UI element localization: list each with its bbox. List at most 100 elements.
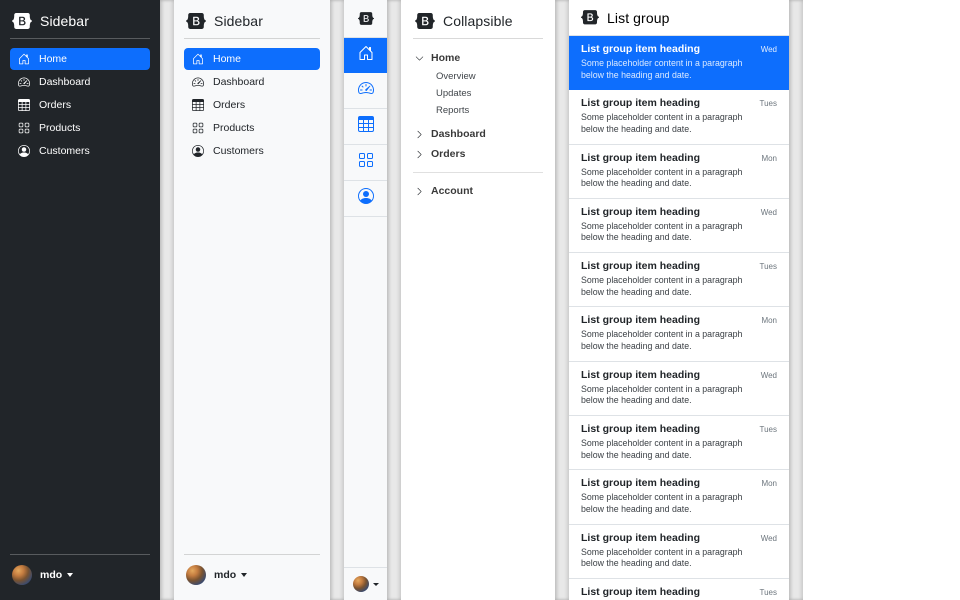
grid-icon — [192, 122, 204, 134]
bootstrap-logo-icon — [415, 13, 435, 29]
list-item-heading: List group item heading — [581, 43, 700, 55]
avatar — [353, 576, 369, 592]
sidebar-item-label: Dashboard — [39, 76, 90, 88]
house-icon — [18, 53, 30, 65]
sidebar-item-label: Orders — [39, 99, 71, 111]
icon-rail-item-house[interactable] — [344, 37, 387, 73]
sidebar-item-home[interactable]: Home — [10, 48, 150, 70]
list-group: List group item headingWedSome placehold… — [569, 36, 789, 600]
sidebar-dark-nav: Home Dashboard Orders Products Customers — [10, 48, 150, 162]
list-item-body: Some placeholder content in a paragraph … — [581, 329, 759, 352]
sidebar-dark-brand[interactable]: Sidebar — [10, 10, 150, 29]
collapsible-section-dashboard[interactable]: Dashboard — [413, 124, 543, 144]
collapsible-section-orders[interactable]: Orders — [413, 144, 543, 164]
caret-down-icon — [373, 583, 379, 586]
collapsible-brand[interactable]: Collapsible — [413, 10, 543, 29]
list-item-heading: List group item heading — [581, 477, 700, 489]
list-group-item[interactable]: List group item heading MonSome placehold… — [569, 307, 789, 361]
list-item-date: Tues — [760, 588, 778, 597]
collapsible-section-label: Home — [431, 52, 460, 64]
person-circle-icon — [192, 145, 204, 157]
divider — [184, 554, 320, 555]
icon-rail-item-grid[interactable] — [344, 145, 387, 181]
sidebar-item-customers[interactable]: Customers — [184, 140, 320, 162]
divider — [413, 38, 543, 39]
sidebar-item-home[interactable]: Home — [184, 48, 320, 70]
collapsible-section-label: Orders — [431, 148, 465, 160]
list-item-date: Tues — [760, 99, 778, 108]
user-name: mdo — [214, 569, 236, 581]
list-item-date: Wed — [761, 371, 777, 380]
collapsible-section-home[interactable]: Home — [413, 48, 543, 68]
list-item-heading: List group item heading — [581, 206, 700, 218]
sidebar-item-label: Home — [213, 53, 241, 65]
list-item-date: Mon — [761, 316, 777, 325]
divider — [413, 172, 543, 173]
list-item-heading: List group item heading — [581, 423, 700, 435]
icon-rail-item-speedometer[interactable] — [344, 73, 387, 109]
list-item-heading: List group item heading — [581, 532, 700, 544]
list-item-row: List group item heading Mon — [581, 477, 777, 489]
list-item-row: List group item headingMon — [581, 152, 777, 164]
divider — [10, 554, 150, 555]
collapsible-section-account[interactable]: Account — [413, 181, 543, 201]
list-item-heading: List group item heading — [581, 314, 700, 326]
list-group-item[interactable]: List group item headingWedSome placehold… — [569, 362, 789, 416]
list-item-date: Mon — [761, 479, 777, 488]
list-item-date: Tues — [760, 425, 778, 434]
list-item-date: Wed — [761, 208, 777, 217]
sidebar-item-products[interactable]: Products — [10, 117, 150, 139]
panel-divider — [330, 0, 344, 600]
list-group-item[interactable]: List group item headingWedSome placehold… — [569, 525, 789, 579]
sidebar-collapsible: Collapsible Home OverviewUpdatesReports Da… — [401, 0, 555, 600]
list-group-item[interactable]: List group item headingWedSome placehold… — [569, 36, 789, 90]
list-group-title: List group — [607, 10, 669, 26]
list-group-item[interactable]: List group item heading TuesSome placehol… — [569, 416, 789, 470]
user-menu[interactable]: mdo — [184, 564, 320, 590]
list-item-body: Some placeholder content in a paragraph … — [581, 492, 759, 515]
sidebar-item-label: Customers — [213, 145, 264, 157]
sidebar-light-brand[interactable]: Sidebar — [184, 10, 320, 29]
sidebar-icons — [344, 0, 387, 600]
list-item-date: Wed — [761, 45, 777, 54]
sidebar-dark-footer: mdo — [10, 545, 150, 590]
sidebar-item-customers[interactable]: Customers — [10, 140, 150, 162]
sidebar-item-orders[interactable]: Orders — [10, 94, 150, 116]
list-group-brand[interactable]: List group — [569, 0, 789, 36]
list-item-body: Some placeholder content in a paragraph … — [581, 275, 759, 298]
sidebar-item-orders[interactable]: Orders — [184, 94, 320, 116]
sidebar-light-nav: Home DashboardOrdersProducts Customers — [184, 48, 320, 162]
collapsible-child-overview[interactable]: Overview — [436, 68, 543, 85]
list-item-body: Some placeholder content in a paragraph … — [581, 384, 759, 407]
list-item-body: Some placeholder content in a paragraph … — [581, 438, 759, 461]
table-icon — [358, 116, 374, 137]
sidebar-item-products[interactable]: Products — [184, 117, 320, 139]
sidebar-item-dashboard[interactable]: Dashboard — [184, 71, 320, 93]
sidebar-item-label: Products — [39, 122, 80, 134]
collapsible-child-reports[interactable]: Reports — [436, 102, 543, 119]
list-item-heading: List group item heading — [581, 152, 700, 164]
icon-rail-nav — [344, 37, 387, 217]
bootstrap-logo-icon[interactable] — [344, 0, 387, 37]
user-menu[interactable]: mdo — [10, 564, 150, 590]
sidebar-item-dashboard[interactable]: Dashboard — [10, 71, 150, 93]
list-group-item[interactable]: List group item headingTuesSome placehol… — [569, 90, 789, 144]
list-item-date: Wed — [761, 534, 777, 543]
collapsible-child-updates[interactable]: Updates — [436, 85, 543, 102]
person-circle-icon — [18, 145, 30, 157]
icon-rail-item-table[interactable] — [344, 109, 387, 145]
sidebar-light-footer: mdo — [184, 545, 320, 590]
speedometer-icon — [18, 76, 30, 88]
table-icon — [192, 99, 204, 111]
list-group-item[interactable]: List group item headingTuesSome placehol… — [569, 253, 789, 307]
chevron-right-icon — [415, 150, 424, 159]
list-group-item[interactable]: List group item heading MonSome placehold… — [569, 470, 789, 524]
collapsible-section-label: Dashboard — [431, 128, 486, 140]
list-item-body: Some placeholder content in a paragraph … — [581, 112, 759, 135]
icon-rail-item-person-circle[interactable] — [344, 181, 387, 217]
list-group-item[interactable]: List group item headingWedSome placehold… — [569, 199, 789, 253]
person-circle-icon — [358, 188, 374, 209]
user-menu[interactable] — [344, 567, 387, 600]
list-group-item[interactable]: List group item headingTuesSome placehol… — [569, 579, 789, 600]
list-group-item[interactable]: List group item headingMonSome placehold… — [569, 145, 789, 199]
